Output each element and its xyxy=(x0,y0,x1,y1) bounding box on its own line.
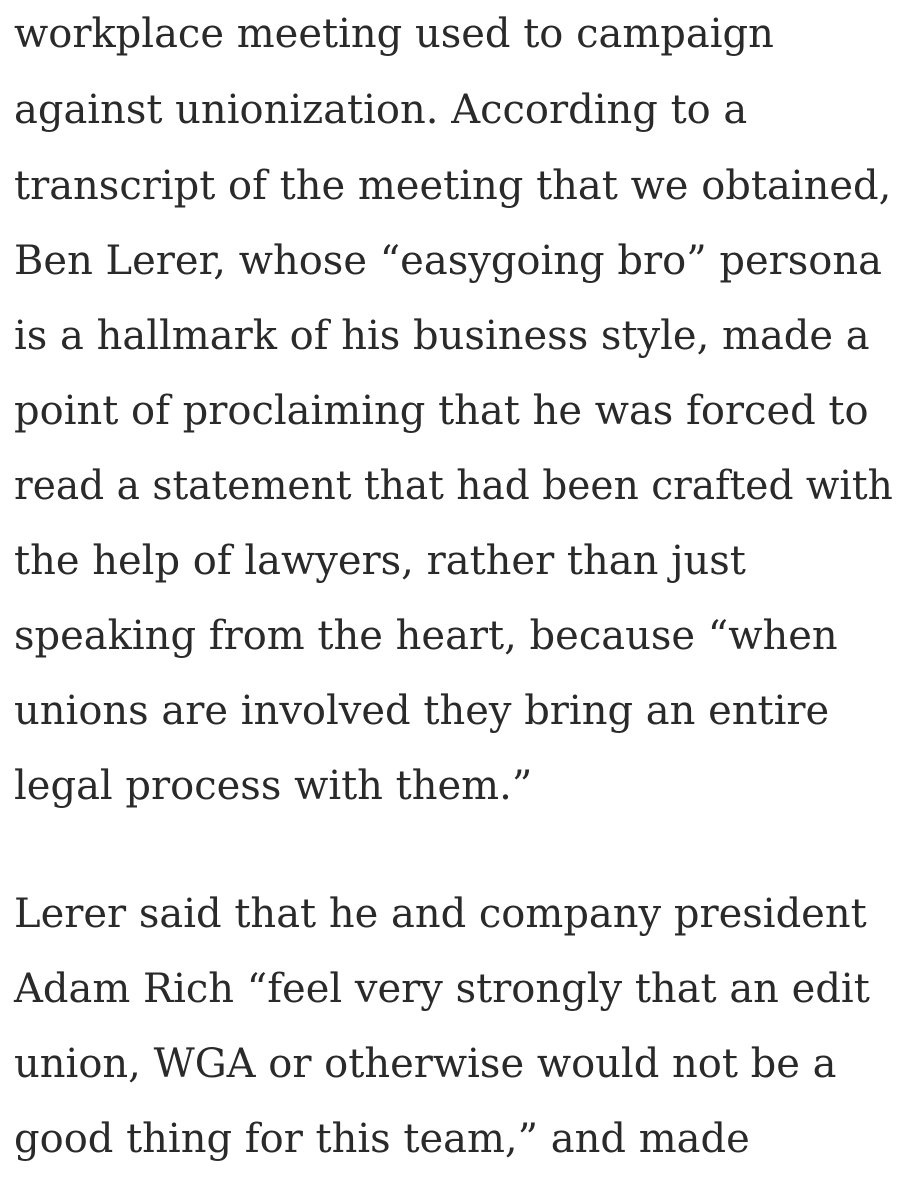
paragraph-line: Ben Lerer, whose “easygoing bro” persona xyxy=(14,238,882,284)
paragraph-line: good thing for this team,” and made xyxy=(14,1116,750,1162)
paragraph-line: the help of lawyers, rather than just xyxy=(14,538,746,584)
paragraph-line: workplace meeting used to campaign xyxy=(14,11,774,57)
paragraph-line: read a statement that had been crafted w… xyxy=(14,463,893,509)
paragraph-line: legal process with them.” xyxy=(14,763,533,809)
paragraph-line: Lerer said that he and company president xyxy=(14,891,867,937)
paragraph-line: point of proclaiming that he was forced … xyxy=(14,388,869,434)
paragraph-line: against unionization. According to a xyxy=(14,87,748,133)
paragraph-line: speaking from the heart, because “when xyxy=(14,613,838,659)
paragraph-line: transcript of the meeting that we obtain… xyxy=(14,163,892,209)
paragraph-line: Adam Rich “feel very strongly that an ed… xyxy=(14,966,870,1012)
paragraph-line: is a hallmark of his business style, mad… xyxy=(14,313,870,359)
paragraph-line: union, WGA or otherwise would not be a xyxy=(14,1041,837,1087)
article-body: workplace meeting used to campaign again… xyxy=(0,0,903,1200)
paragraph-line: unions are involved they bring an entire xyxy=(14,688,830,734)
